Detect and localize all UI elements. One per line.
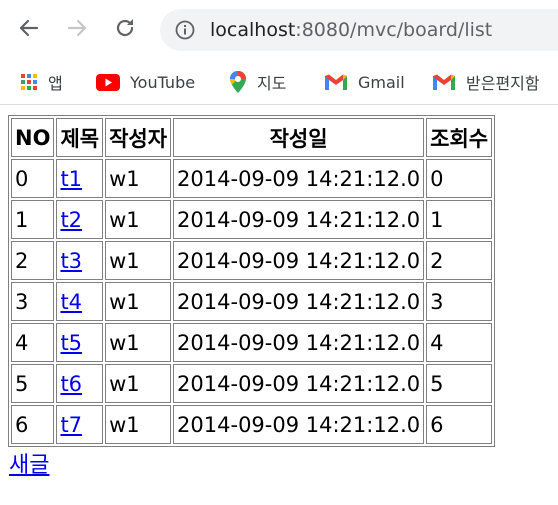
back-button[interactable] xyxy=(14,13,44,43)
cell-views: 2 xyxy=(426,241,493,280)
bookmark-label: 받은편지함 xyxy=(466,74,540,93)
cell-writer: w1 xyxy=(105,282,172,321)
cell-title: t7 xyxy=(56,405,104,444)
cell-writer: w1 xyxy=(105,241,172,280)
post-title-link[interactable]: t7 xyxy=(60,413,82,437)
cell-date: 2014-09-09 14:21:12.0 xyxy=(173,364,425,403)
cell-writer: w1 xyxy=(105,364,172,403)
page-content: NO 제목 작성자 작성일 조회수 0 t1 w1 2014-09-09 14:… xyxy=(8,115,496,479)
header-date: 작성일 xyxy=(173,118,425,157)
bookmark-youtube[interactable]: YouTube xyxy=(96,67,195,97)
cell-no: 0 xyxy=(11,159,55,198)
post-title-link[interactable]: t4 xyxy=(60,290,82,314)
cell-writer: w1 xyxy=(105,200,172,239)
reload-button[interactable] xyxy=(110,13,140,43)
cell-no: 5 xyxy=(11,364,55,403)
post-title-link[interactable]: t1 xyxy=(60,167,82,191)
cell-title: t3 xyxy=(56,241,104,280)
bookmark-apps[interactable]: 앱 xyxy=(20,67,63,97)
cell-date: 2014-09-09 14:21:12.0 xyxy=(173,159,425,198)
bookmark-label: 지도 xyxy=(257,74,287,93)
post-title-link[interactable]: t3 xyxy=(60,249,82,273)
cell-writer: w1 xyxy=(105,159,172,198)
youtube-icon xyxy=(96,73,120,91)
table-row: 6 t7 w1 2014-09-09 14:21:12.0 6 xyxy=(11,405,493,444)
cell-no: 3 xyxy=(11,282,55,321)
header-views: 조회수 xyxy=(426,118,493,157)
url-host: localhost xyxy=(210,19,296,41)
header-writer: 작성자 xyxy=(105,118,172,157)
cell-views: 4 xyxy=(426,323,493,362)
table-row: 2 t3 w1 2014-09-09 14:21:12.0 2 xyxy=(11,241,493,280)
cell-title: t2 xyxy=(56,200,104,239)
info-icon[interactable] xyxy=(175,20,195,44)
cell-views: 0 xyxy=(426,159,493,198)
table-header-row: NO 제목 작성자 작성일 조회수 xyxy=(11,118,493,157)
address-url[interactable]: localhost:8080/mvc/board/list xyxy=(210,19,492,41)
table-row: 0 t1 w1 2014-09-09 14:21:12.0 0 xyxy=(11,159,493,198)
cell-writer: w1 xyxy=(105,323,172,362)
header-no: NO xyxy=(11,118,55,157)
cell-views: 3 xyxy=(426,282,493,321)
board-table: NO 제목 작성자 작성일 조회수 0 t1 w1 2014-09-09 14:… xyxy=(8,115,496,447)
cell-no: 1 xyxy=(11,200,55,239)
bookmark-label: YouTube xyxy=(130,72,196,92)
new-post-link[interactable]: 새글 xyxy=(9,447,495,479)
forward-arrow-icon xyxy=(67,19,87,37)
cell-date: 2014-09-09 14:21:12.0 xyxy=(173,282,425,321)
cell-title: t4 xyxy=(56,282,104,321)
bookmark-maps[interactable]: 지도 xyxy=(229,67,286,97)
cell-views: 6 xyxy=(426,405,493,444)
cell-views: 1 xyxy=(426,200,493,239)
cell-writer: w1 xyxy=(105,405,172,444)
table-row: 4 t5 w1 2014-09-09 14:21:12.0 4 xyxy=(11,323,493,362)
maps-pin-icon xyxy=(229,70,247,94)
back-arrow-icon xyxy=(19,19,39,37)
post-title-link[interactable]: t5 xyxy=(60,331,82,355)
cell-no: 4 xyxy=(11,323,55,362)
address-bar[interactable]: localhost:8080/mvc/board/list xyxy=(160,9,558,51)
table-row: 1 t2 w1 2014-09-09 14:21:12.0 1 xyxy=(11,200,493,239)
table-row: 3 t4 w1 2014-09-09 14:21:12.0 3 xyxy=(11,282,493,321)
bookmark-label: 앱 xyxy=(48,74,63,93)
cell-title: t6 xyxy=(56,364,104,403)
post-title-link[interactable]: t2 xyxy=(60,208,82,232)
cell-date: 2014-09-09 14:21:12.0 xyxy=(173,241,425,280)
forward-button[interactable] xyxy=(62,13,92,43)
cell-date: 2014-09-09 14:21:12.0 xyxy=(173,405,425,444)
browser-toolbar: localhost:8080/mvc/board/list xyxy=(0,0,558,62)
gmail-icon xyxy=(324,73,348,91)
bookmark-gmail[interactable]: Gmail xyxy=(324,67,405,97)
apps-grid-icon xyxy=(20,73,38,91)
post-title-link[interactable]: t6 xyxy=(60,372,82,396)
cell-no: 2 xyxy=(11,241,55,280)
cell-no: 6 xyxy=(11,405,55,444)
reload-icon xyxy=(116,19,134,37)
gmail-icon xyxy=(432,73,456,91)
bookmarks-bar: 앱 YouTube 지도 Gmail 받은편지함 xyxy=(0,62,558,105)
table-row: 5 t6 w1 2014-09-09 14:21:12.0 5 xyxy=(11,364,493,403)
bookmark-inbox[interactable]: 받은편지함 xyxy=(432,67,540,97)
cell-title: t1 xyxy=(56,159,104,198)
url-path: :8080/mvc/board/list xyxy=(295,19,493,41)
cell-date: 2014-09-09 14:21:12.0 xyxy=(173,200,425,239)
header-title: 제목 xyxy=(56,118,104,157)
bookmark-label: Gmail xyxy=(358,72,405,92)
cell-date: 2014-09-09 14:21:12.0 xyxy=(173,323,425,362)
cell-title: t5 xyxy=(56,323,104,362)
cell-views: 5 xyxy=(426,364,493,403)
